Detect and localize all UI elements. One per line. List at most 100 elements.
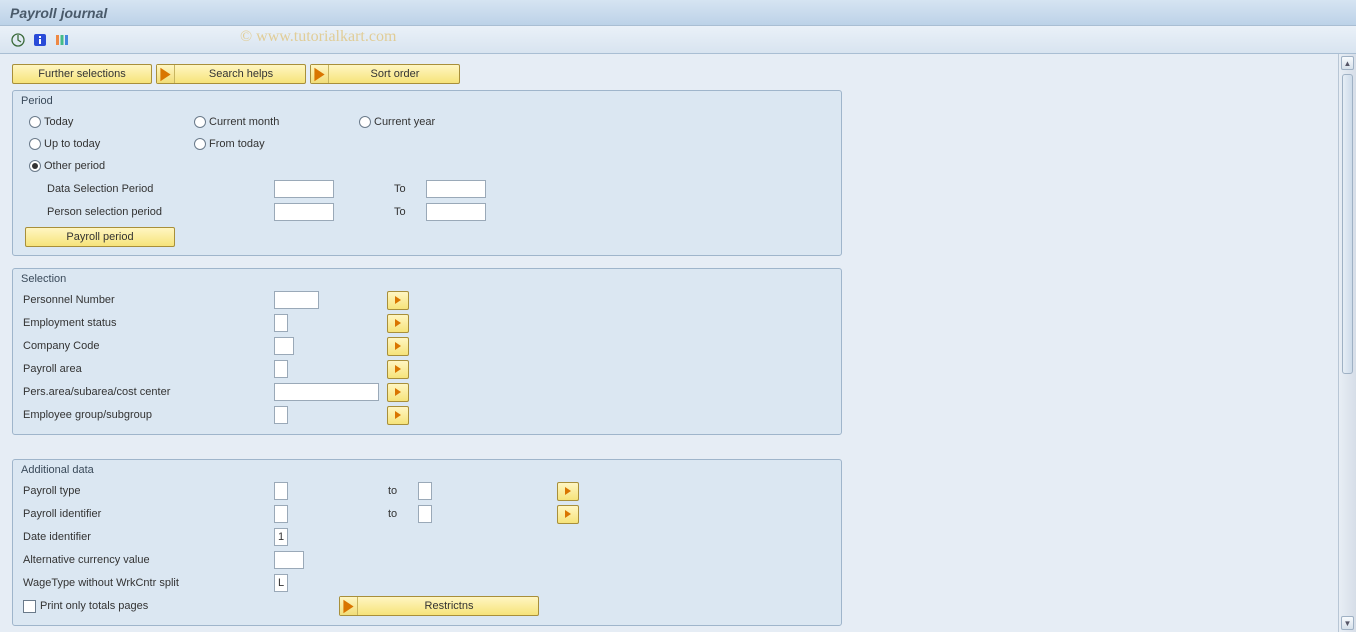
radio-current-year[interactable]: Current year xyxy=(359,116,435,128)
payroll-area-input[interactable] xyxy=(274,360,288,378)
date-identifier-row: Date identifier 1 xyxy=(19,526,835,548)
alt-currency-label: Alternative currency value xyxy=(19,554,274,566)
scroll-thumb[interactable] xyxy=(1342,74,1353,374)
payroll-identifier-from-input[interactable] xyxy=(274,505,288,523)
wage-type-row: WageType without WrkCntr split L xyxy=(19,572,835,594)
payroll-type-to-input[interactable] xyxy=(418,482,432,500)
company-code-multi-button[interactable] xyxy=(387,337,409,356)
payroll-type-from-input[interactable] xyxy=(274,482,288,500)
scroll-up-arrow-icon[interactable]: ▲ xyxy=(1341,56,1354,70)
payroll-period-button[interactable]: Payroll period xyxy=(25,227,175,247)
period-group-title: Period xyxy=(19,95,835,107)
scroll-area: Further selections Search helps Sort ord… xyxy=(0,54,1338,632)
date-identifier-input[interactable]: 1 xyxy=(274,528,288,546)
to-label: To xyxy=(394,206,426,218)
emp-group-label: Employee group/subgroup xyxy=(19,409,274,421)
payroll-period-label: Payroll period xyxy=(66,231,133,243)
arrow-right-icon xyxy=(311,65,329,83)
additional-data-title: Additional data xyxy=(19,464,835,476)
print-only-label: Print only totals pages xyxy=(40,600,148,612)
employment-status-input[interactable] xyxy=(274,314,288,332)
pers-area-input[interactable] xyxy=(274,383,379,401)
payroll-identifier-to-input[interactable] xyxy=(418,505,432,523)
radio-current-year-label: Current year xyxy=(374,116,435,128)
payroll-type-multi-button[interactable] xyxy=(557,482,579,501)
payroll-identifier-row: Payroll identifier to xyxy=(19,503,835,525)
period-radio-row-3: Other period xyxy=(19,155,835,177)
color-bars-icon[interactable] xyxy=(54,32,70,48)
page-title: Payroll journal xyxy=(10,5,107,21)
personnel-number-label: Personnel Number xyxy=(19,294,274,306)
content-area: Further selections Search helps Sort ord… xyxy=(0,54,1356,632)
app-toolbar: © www.tutorialkart.com xyxy=(0,26,1356,54)
selection-group: Selection Personnel Number Employment st… xyxy=(12,268,842,435)
arrow-right-icon xyxy=(340,597,358,615)
title-bar: Payroll journal xyxy=(0,0,1356,26)
sort-order-button[interactable]: Sort order xyxy=(310,64,460,84)
employment-status-row: Employment status xyxy=(19,312,835,334)
watermark-text: © www.tutorialkart.com xyxy=(240,28,396,46)
scroll-down-arrow-icon[interactable]: ▼ xyxy=(1341,616,1354,630)
company-code-input[interactable] xyxy=(274,337,294,355)
print-only-checkbox[interactable] xyxy=(23,600,36,613)
emp-group-row: Employee group/subgroup xyxy=(19,404,835,426)
pers-area-multi-button[interactable] xyxy=(387,383,409,402)
restrictions-button[interactable]: Restrictns xyxy=(339,596,539,616)
payroll-identifier-label: Payroll identifier xyxy=(19,508,274,520)
company-code-row: Company Code xyxy=(19,335,835,357)
info-icon[interactable] xyxy=(32,32,48,48)
vertical-scrollbar[interactable]: ▲ ▼ xyxy=(1338,54,1356,632)
period-radio-row-2: Up to today From today xyxy=(19,133,835,155)
person-selection-period-row: Person selection period To xyxy=(19,201,835,223)
company-code-label: Company Code xyxy=(19,340,274,352)
data-sel-period-from-input[interactable] xyxy=(274,180,334,198)
pers-area-label: Pers.area/subarea/cost center xyxy=(19,386,274,398)
radio-today-label: Today xyxy=(44,116,73,128)
print-only-row: Print only totals pages Restrictns xyxy=(19,595,835,617)
to-label-lc: to xyxy=(388,508,418,520)
radio-current-month[interactable]: Current month xyxy=(194,116,359,128)
radio-icon xyxy=(29,160,41,172)
search-helps-button[interactable]: Search helps xyxy=(156,64,306,84)
pers-area-row: Pers.area/subarea/cost center xyxy=(19,381,835,403)
radio-other-period[interactable]: Other period xyxy=(29,160,105,172)
radio-icon xyxy=(29,138,41,150)
radio-from-today[interactable]: From today xyxy=(194,138,265,150)
radio-from-today-label: From today xyxy=(209,138,265,150)
emp-group-input[interactable] xyxy=(274,406,288,424)
data-sel-period-to-input[interactable] xyxy=(426,180,486,198)
wage-type-input[interactable]: L xyxy=(274,574,288,592)
radio-icon xyxy=(194,138,206,150)
search-helps-label: Search helps xyxy=(209,68,273,80)
alt-currency-row: Alternative currency value xyxy=(19,549,835,571)
radio-today[interactable]: Today xyxy=(29,116,194,128)
data-selection-period-label: Data Selection Period xyxy=(19,183,274,195)
further-selections-label: Further selections xyxy=(38,68,125,80)
payroll-area-multi-button[interactable] xyxy=(387,360,409,379)
sort-order-label: Sort order xyxy=(371,68,420,80)
date-identifier-label: Date identifier xyxy=(19,531,274,543)
payroll-identifier-multi-button[interactable] xyxy=(557,505,579,524)
payroll-area-row: Payroll area xyxy=(19,358,835,380)
personnel-number-row: Personnel Number xyxy=(19,289,835,311)
further-selections-button[interactable]: Further selections xyxy=(12,64,152,84)
radio-up-to-today-label: Up to today xyxy=(44,138,100,150)
to-label-lc: to xyxy=(388,485,418,497)
personnel-number-input[interactable] xyxy=(274,291,319,309)
emp-group-multi-button[interactable] xyxy=(387,406,409,425)
person-selection-period-label: Person selection period xyxy=(19,206,274,218)
additional-data-group: Additional data Payroll type to Payroll … xyxy=(12,459,842,626)
execute-icon[interactable] xyxy=(10,32,26,48)
period-group: Period Today Current month Current year xyxy=(12,90,842,256)
personnel-number-multi-button[interactable] xyxy=(387,291,409,310)
radio-other-period-label: Other period xyxy=(44,160,105,172)
radio-up-to-today[interactable]: Up to today xyxy=(29,138,194,150)
person-sel-period-to-input[interactable] xyxy=(426,203,486,221)
payroll-type-label: Payroll type xyxy=(19,485,274,497)
alt-currency-input[interactable] xyxy=(274,551,304,569)
top-button-row: Further selections Search helps Sort ord… xyxy=(12,64,1326,84)
person-sel-period-from-input[interactable] xyxy=(274,203,334,221)
employment-status-multi-button[interactable] xyxy=(387,314,409,333)
radio-icon xyxy=(194,116,206,128)
data-selection-period-row: Data Selection Period To xyxy=(19,178,835,200)
